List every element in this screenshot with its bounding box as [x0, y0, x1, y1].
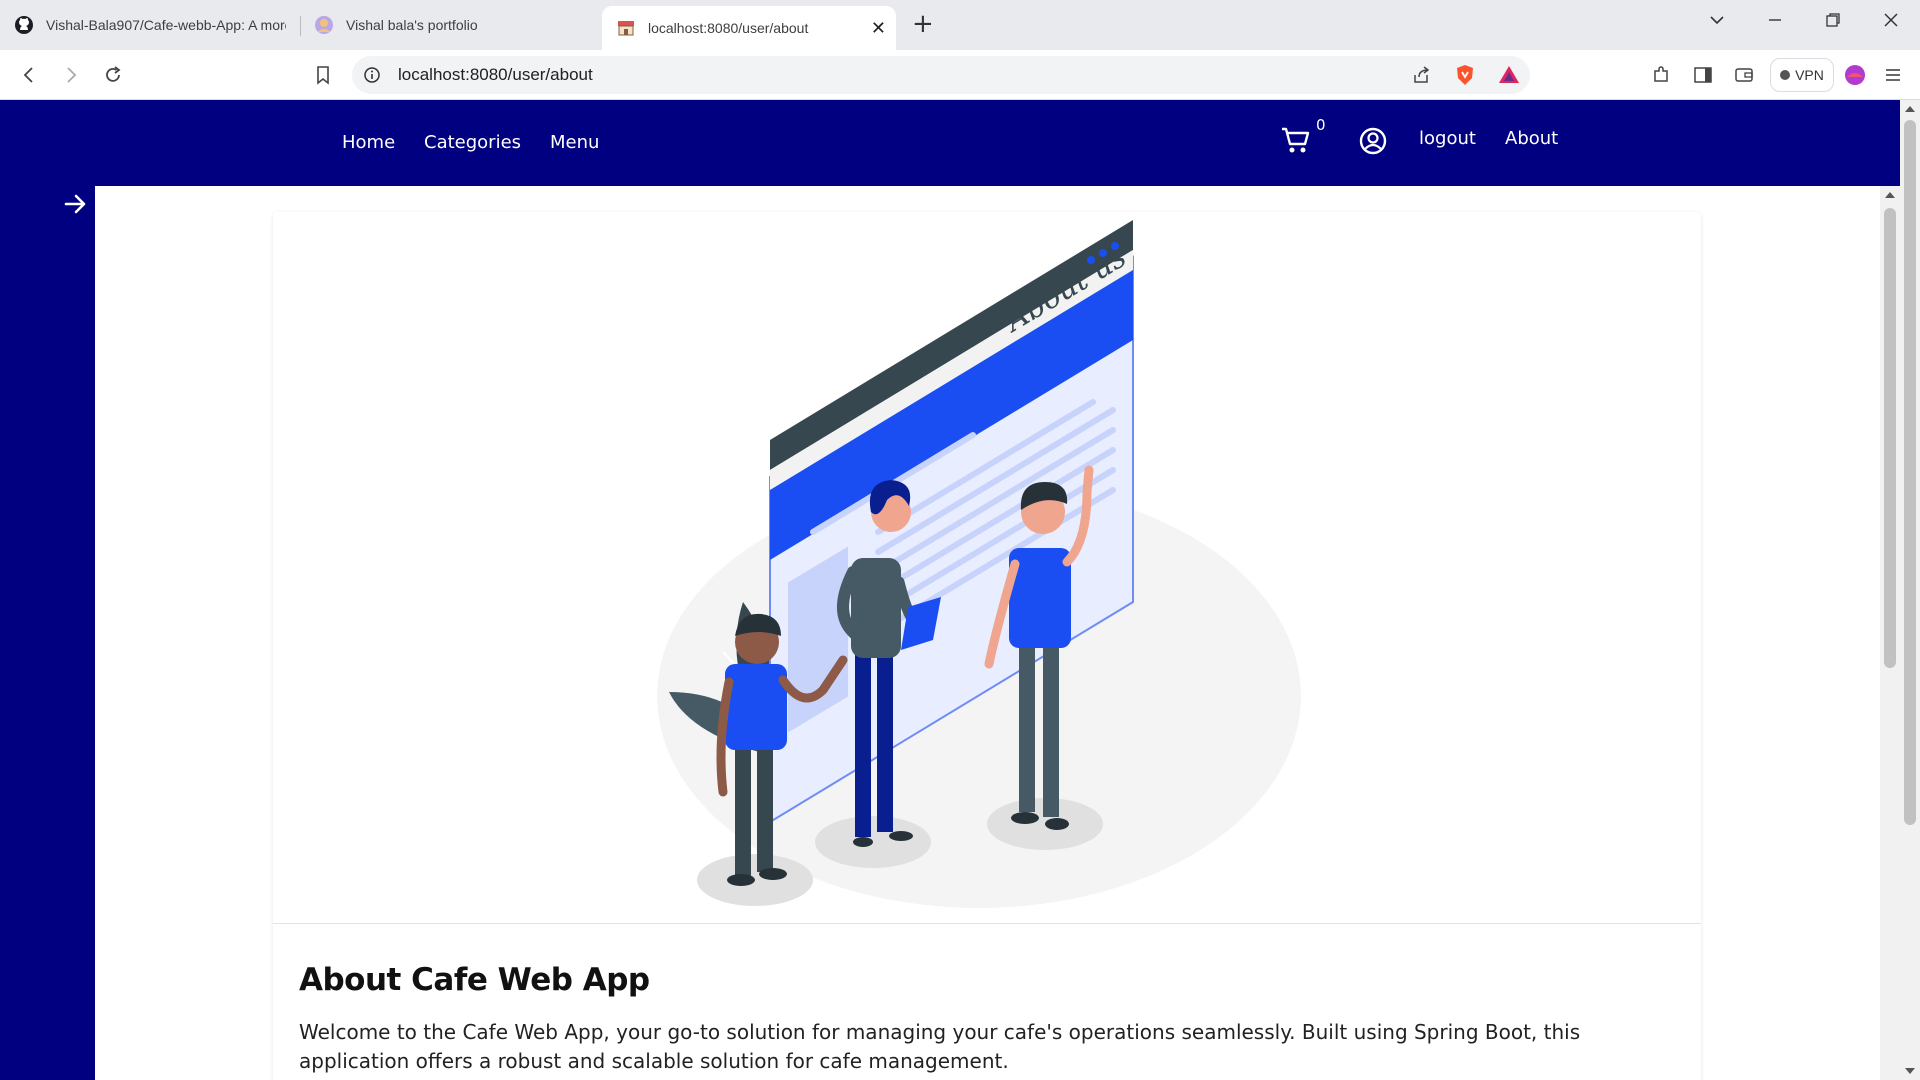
page-scrollbar-thumb[interactable]	[1904, 120, 1916, 825]
browser-tab-portfolio[interactable]: Vishal bala's portfolio	[314, 6, 594, 44]
browser-toolbar: localhost:8080/user/about VPN	[0, 50, 1920, 100]
sidebar-expand-arrow-icon[interactable]	[62, 190, 90, 222]
restore-icon[interactable]	[1824, 10, 1842, 34]
menu-icon[interactable]	[1880, 62, 1906, 88]
extensions-icon[interactable]	[1648, 62, 1674, 88]
content-scrollbar[interactable]	[1880, 186, 1900, 1080]
nav-home-link[interactable]: Home	[342, 132, 395, 153]
github-icon	[14, 15, 34, 35]
about-illustration: About us	[273, 212, 1701, 924]
tab-title: Vishal bala's portfolio	[346, 17, 478, 33]
forward-icon[interactable]	[58, 62, 84, 88]
new-tab-button[interactable]: +	[912, 11, 934, 37]
nav-about-link[interactable]: About	[1505, 128, 1558, 149]
about-description: Welcome to the Cafe Web App, your go-to …	[299, 1020, 1581, 1073]
nav-categories-link[interactable]: Categories	[424, 132, 521, 153]
url-text[interactable]: localhost:8080/user/about	[398, 65, 593, 85]
tab-separator	[300, 16, 301, 36]
main-content: About us About Cafe Web App Welcome to t…	[95, 186, 1880, 1080]
scroll-up-arrow-icon[interactable]	[1885, 192, 1895, 198]
wallet-icon[interactable]	[1731, 62, 1757, 88]
about-title: About Cafe Web App	[299, 962, 650, 998]
page-scroll-down-arrow-icon[interactable]	[1905, 1068, 1915, 1074]
brave-rewards-icon[interactable]	[1496, 62, 1522, 88]
about-card: About us About Cafe Web App Welcome to t…	[273, 212, 1701, 1080]
content-scrollbar-thumb[interactable]	[1884, 208, 1896, 668]
app-navbar: Home Categories Menu 0 logout About	[0, 100, 1900, 186]
tab-search-icon[interactable]	[1708, 10, 1726, 34]
site-info-icon[interactable]	[362, 65, 382, 89]
sidebar-toggle-icon[interactable]	[1690, 62, 1716, 88]
vpn-button[interactable]: VPN	[1770, 58, 1834, 92]
web-page: Home Categories Menu 0 logout About Abou…	[0, 100, 1920, 1080]
close-window-icon[interactable]	[1882, 10, 1900, 34]
avatar-icon	[314, 15, 334, 35]
share-icon[interactable]	[1408, 62, 1434, 88]
browser-tab-github[interactable]: Vishal-Bala907/Cafe-webb-App: A more	[14, 6, 286, 44]
back-icon[interactable]	[16, 62, 42, 88]
browser-tab-bar: Vishal-Bala907/Cafe-webb-App: A more Vis…	[0, 0, 1920, 50]
vpn-label: VPN	[1795, 67, 1824, 83]
cart-icon[interactable]	[1280, 124, 1312, 160]
page-scroll-up-arrow-icon[interactable]	[1905, 106, 1915, 112]
tab-title: Vishal-Bala907/Cafe-webb-App: A more	[46, 17, 286, 33]
bookmark-icon[interactable]	[310, 62, 336, 88]
reload-icon[interactable]	[100, 62, 126, 88]
browser-tab-active[interactable]: localhost:8080/user/about ✕	[602, 6, 896, 50]
vpn-status-icon	[1780, 70, 1791, 80]
address-bar[interactable]: localhost:8080/user/about	[352, 56, 1530, 94]
nav-menu-link[interactable]: Menu	[550, 132, 599, 153]
account-icon[interactable]	[1358, 126, 1388, 160]
cart-count-badge: 0	[1316, 116, 1326, 134]
minimize-icon[interactable]	[1766, 10, 1784, 34]
cafe-icon	[616, 18, 636, 38]
nav-logout-link[interactable]: logout	[1419, 128, 1476, 149]
tab-title: localhost:8080/user/about	[648, 20, 809, 36]
brave-shield-icon[interactable]	[1452, 62, 1478, 88]
close-icon[interactable]: ✕	[871, 18, 886, 39]
profile-icon[interactable]	[1842, 62, 1868, 88]
page-scrollbar[interactable]	[1900, 100, 1920, 1080]
collapsed-sidebar	[0, 186, 95, 1080]
